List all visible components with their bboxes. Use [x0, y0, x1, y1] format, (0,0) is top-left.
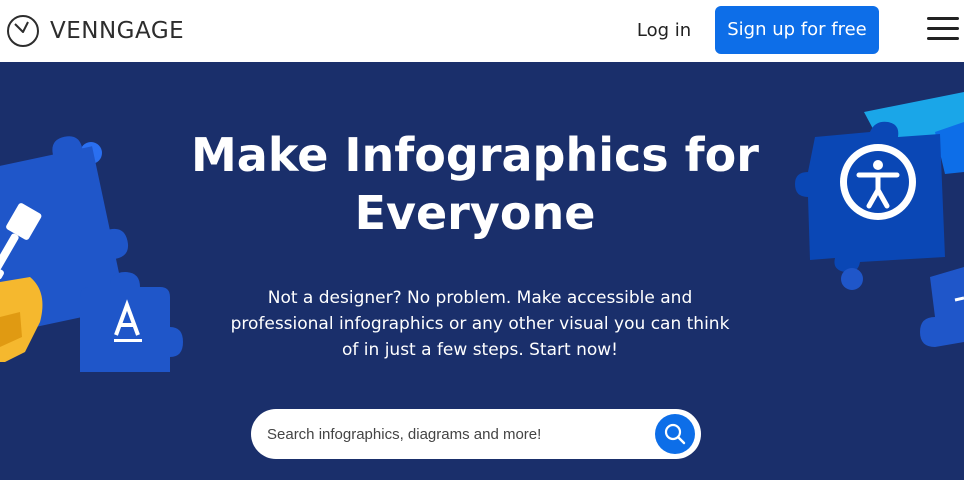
search-button[interactable] — [655, 414, 695, 454]
hero-subtitle: Not a designer? No problem. Make accessi… — [230, 288, 730, 360]
signup-button[interactable]: Sign up for free — [715, 6, 879, 54]
hero-section: Make Infographics for Everyone Not a des… — [0, 62, 964, 480]
right-decoration — [795, 92, 964, 347]
search-icon — [664, 423, 686, 445]
hamburger-menu-icon[interactable] — [927, 17, 959, 43]
login-link[interactable]: Log in — [626, 18, 702, 44]
left-decoration — [0, 136, 183, 372]
logo[interactable]: VENNGAGE — [6, 14, 184, 48]
top-nav: VENNGAGE Log in Sign up for free — [0, 0, 964, 62]
accessibility-icon — [840, 144, 916, 220]
venngage-logo-icon — [7, 15, 39, 47]
search-input[interactable] — [267, 425, 647, 443]
search-bar — [251, 409, 701, 459]
hero-title: Make Infographics for Everyone — [191, 128, 759, 240]
logo-text: VENNGAGE — [50, 18, 185, 44]
